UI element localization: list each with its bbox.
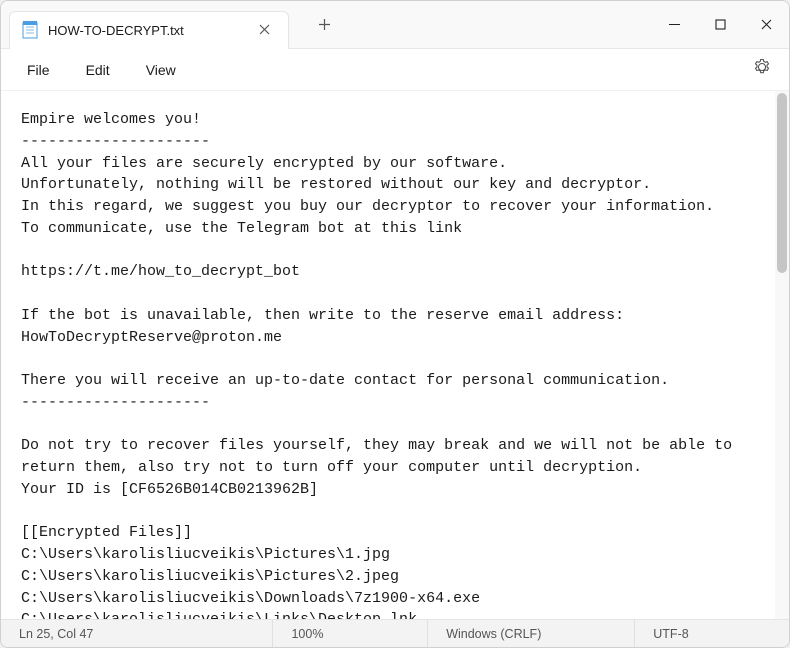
maximize-button[interactable] <box>697 1 743 48</box>
menu-edit[interactable]: Edit <box>68 56 128 84</box>
notepad-window: HOW-TO-DECRYPT.txt File Edit View <box>0 0 790 648</box>
close-window-button[interactable] <box>743 1 789 48</box>
menu-view[interactable]: View <box>128 56 194 84</box>
tab-title: HOW-TO-DECRYPT.txt <box>48 23 253 38</box>
vertical-scrollbar[interactable] <box>775 91 789 619</box>
gear-icon <box>753 63 771 80</box>
active-tab[interactable]: HOW-TO-DECRYPT.txt <box>9 11 289 49</box>
text-editor[interactable]: Empire welcomes you! -------------------… <box>1 91 775 619</box>
status-cursor-position[interactable]: Ln 25, Col 47 <box>1 620 273 647</box>
scrollbar-thumb[interactable] <box>777 93 787 273</box>
menu-file[interactable]: File <box>9 56 68 84</box>
editor-area: Empire welcomes you! -------------------… <box>1 91 789 619</box>
status-zoom[interactable]: 100% <box>273 620 428 647</box>
window-controls <box>651 1 789 48</box>
settings-button[interactable] <box>743 52 781 87</box>
status-encoding[interactable]: UTF-8 <box>635 620 789 647</box>
notepad-icon <box>22 21 38 39</box>
titlebar: HOW-TO-DECRYPT.txt <box>1 1 789 49</box>
close-tab-button[interactable] <box>253 20 276 41</box>
status-line-ending[interactable]: Windows (CRLF) <box>428 620 635 647</box>
minimize-button[interactable] <box>651 1 697 48</box>
new-tab-button[interactable] <box>309 10 339 40</box>
statusbar: Ln 25, Col 47 100% Windows (CRLF) UTF-8 <box>1 619 789 647</box>
menubar: File Edit View <box>1 49 789 91</box>
